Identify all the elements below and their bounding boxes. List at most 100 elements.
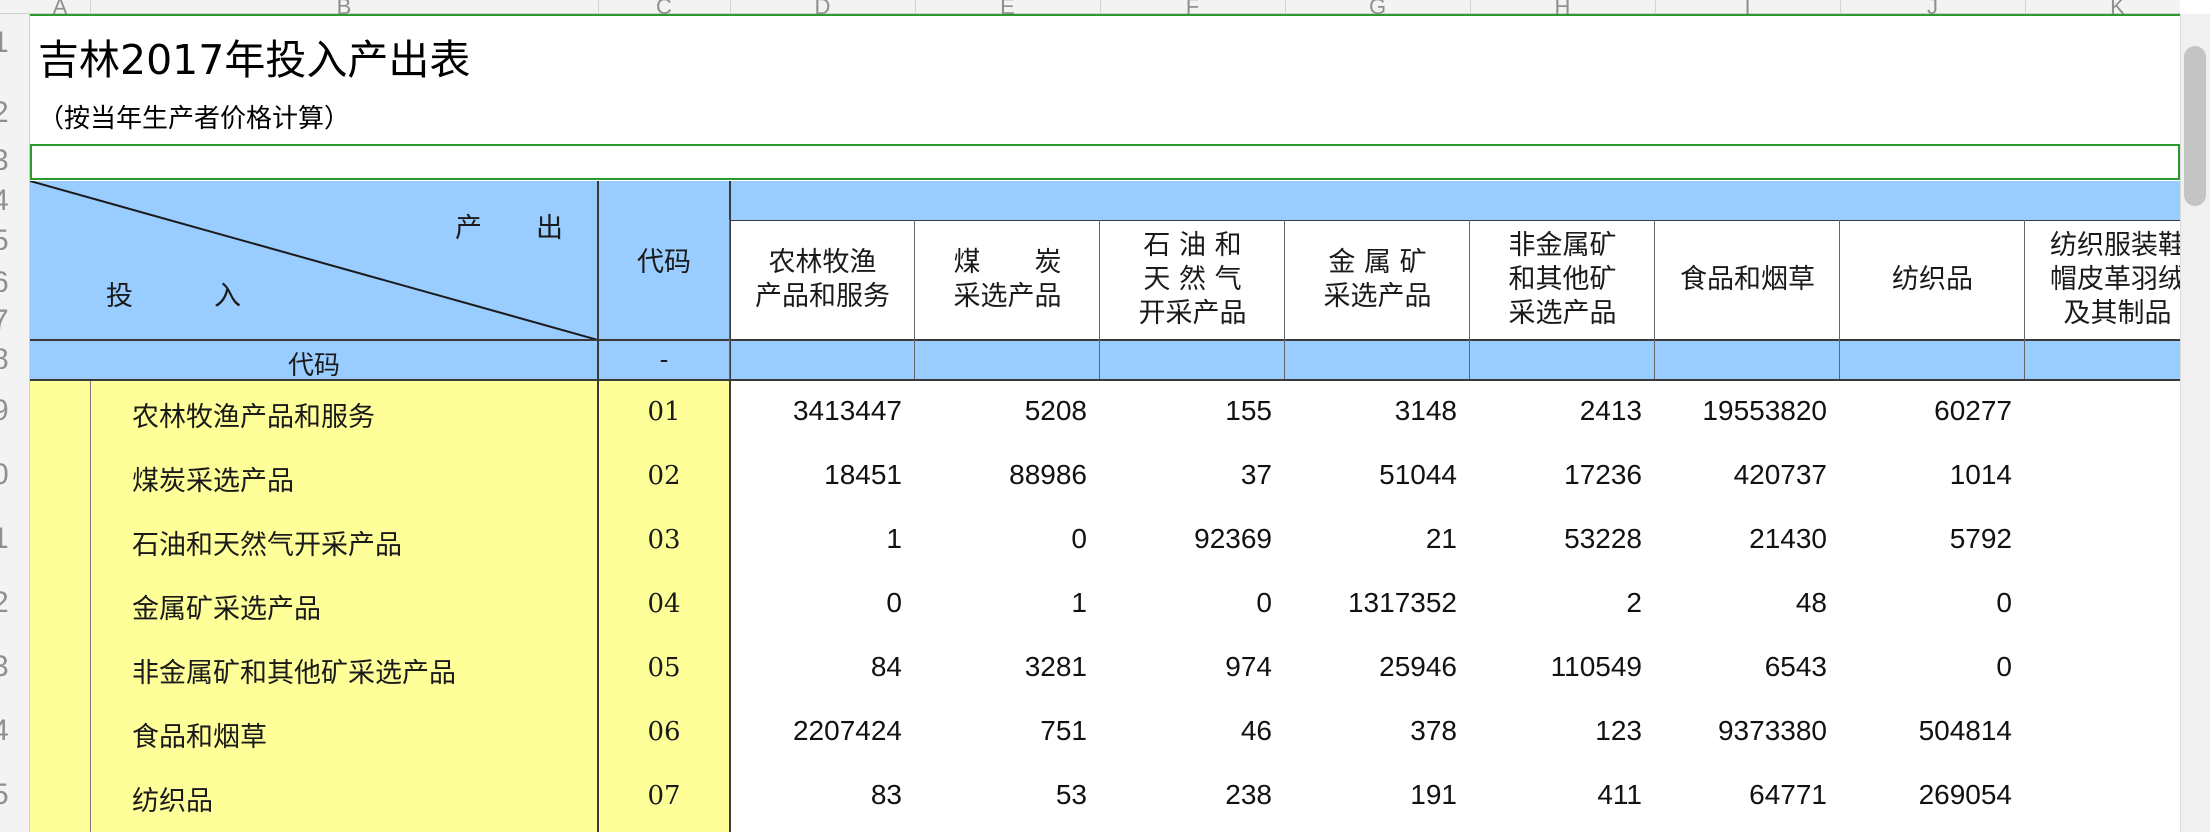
row-header[interactable]: 4 xyxy=(0,716,28,750)
table-cell-value[interactable]: 110549 xyxy=(1470,651,1642,683)
table-cell-value[interactable]: 0 xyxy=(915,523,1087,555)
column-header-k[interactable]: K xyxy=(2025,0,2210,14)
row-header[interactable]: 6 xyxy=(0,268,28,292)
table-cell-value[interactable]: 191 xyxy=(1285,779,1457,811)
row-label: 石油和天然气开采产品 xyxy=(132,530,402,561)
table-cell-value[interactable]: 84 xyxy=(730,651,902,683)
table-cell-value[interactable]: 420737 xyxy=(1655,459,1827,491)
table-cell-value[interactable]: 5792 xyxy=(1840,523,2012,555)
row-code: 06 xyxy=(647,717,681,747)
row-header[interactable]: 2 xyxy=(0,588,28,622)
table-cell-value[interactable]: 17236 xyxy=(1470,459,1642,491)
table-cell-value[interactable]: 1 xyxy=(915,587,1087,619)
row-header[interactable]: 2 xyxy=(0,98,28,122)
table-cell-value[interactable]: 2207424 xyxy=(730,715,902,747)
corner-input-label: 投 入 xyxy=(106,281,241,312)
column-header-cell: 石 油 和天 然 气开采产品 xyxy=(1100,229,1285,331)
table-cell-value[interactable]: 6543 xyxy=(1655,651,1827,683)
table-cell-value[interactable]: 0 xyxy=(730,587,902,619)
table-cell-value[interactable]: 269054 xyxy=(1840,779,2012,811)
table-cell-value[interactable]: 37 xyxy=(1100,459,1272,491)
sheet-subtitle: （按当年生产者价格计算） xyxy=(38,104,351,134)
column-header-line: 食品和烟草 xyxy=(1680,264,1815,295)
column-header-e[interactable]: E xyxy=(915,0,1100,14)
table-cell-value[interactable]: 411 xyxy=(1470,779,1642,811)
grid-line xyxy=(597,181,599,832)
row-code: 03 xyxy=(647,525,681,555)
column-header-cell: 农林牧渔 产品和服务 xyxy=(730,246,915,314)
table-cell-value[interactable]: 0 xyxy=(1840,651,2012,683)
row-header[interactable]: 9 xyxy=(0,396,28,430)
table-cell-value[interactable]: 0 xyxy=(1100,587,1272,619)
column-header-line: 非金属矿 xyxy=(1508,230,1617,261)
table-cell-value[interactable]: 18451 xyxy=(730,459,902,491)
column-header-line: 和其他矿 xyxy=(1508,264,1617,295)
column-header-line: 纺织品 xyxy=(1892,264,1973,295)
table-cell-value[interactable]: 9373380 xyxy=(1655,715,1827,747)
table-cell-value[interactable]: 155 xyxy=(1100,395,1272,427)
table-cell-value[interactable]: 46 xyxy=(1100,715,1272,747)
table-cell-value[interactable]: 974 xyxy=(1100,651,1272,683)
row-header[interactable]: 1 xyxy=(0,28,28,52)
table-cell-value[interactable]: 3148 xyxy=(1285,395,1457,427)
column-header-a[interactable]: A xyxy=(30,0,90,14)
row-header[interactable]: 4 xyxy=(0,186,28,210)
table-cell-value[interactable]: 1 xyxy=(730,523,902,555)
column-header-line: 农林牧渔 xyxy=(768,247,877,278)
row-header[interactable]: 0 xyxy=(0,460,28,494)
column-header-i[interactable]: I xyxy=(1655,0,1840,14)
column-header-d[interactable]: D xyxy=(730,0,915,14)
table-cell-value[interactable]: 53 xyxy=(915,779,1087,811)
scrollbar-thumb[interactable] xyxy=(2184,46,2206,206)
row-header[interactable]: 5 xyxy=(0,226,28,250)
table-cell-value[interactable]: 1014 xyxy=(1840,459,2012,491)
grid-line xyxy=(914,220,915,379)
table-cell-value[interactable]: 53228 xyxy=(1470,523,1642,555)
grid-line xyxy=(729,220,730,379)
table-cell-value[interactable]: 3281 xyxy=(915,651,1087,683)
row-code: 05 xyxy=(647,653,681,683)
code-header-label: 代码 xyxy=(637,247,691,278)
table-cell-value[interactable]: 0 xyxy=(1840,587,2012,619)
column-header-line: 煤 炭 xyxy=(953,247,1062,278)
table-cell-value[interactable]: 19553820 xyxy=(1655,395,1827,427)
column-header-line: 天 然 气 xyxy=(1143,264,1242,295)
table-cell-value[interactable]: 378 xyxy=(1285,715,1457,747)
table-cell-value[interactable]: 21 xyxy=(1285,523,1457,555)
row-header[interactable]: 5 xyxy=(0,780,28,814)
table-cell-value[interactable]: 123 xyxy=(1470,715,1642,747)
column-header-f[interactable]: F xyxy=(1100,0,1285,14)
column-header-c[interactable]: C xyxy=(598,0,730,14)
table-cell-value[interactable]: 504814 xyxy=(1840,715,2012,747)
row-header[interactable]: 8 xyxy=(0,345,28,369)
row-header[interactable]: 7 xyxy=(0,306,28,330)
column-header-j[interactable]: J xyxy=(1840,0,2025,14)
row-header[interactable]: 1 xyxy=(0,524,28,558)
row-header[interactable]: 3 xyxy=(0,652,28,686)
table-cell-value[interactable]: 5208 xyxy=(915,395,1087,427)
code-row-label: 代码 xyxy=(287,351,340,381)
row-label: 煤炭采选产品 xyxy=(132,466,294,497)
table-cell-value[interactable]: 88986 xyxy=(915,459,1087,491)
column-header-h[interactable]: H xyxy=(1470,0,1655,14)
table-cell-value[interactable]: 751 xyxy=(915,715,1087,747)
selected-cell-range[interactable] xyxy=(30,144,2180,180)
row-header[interactable]: 3 xyxy=(0,146,28,170)
table-cell-value[interactable]: 25946 xyxy=(1285,651,1457,683)
table-cell-value[interactable]: 3413447 xyxy=(730,395,902,427)
table-cell-value[interactable]: 1317352 xyxy=(1285,587,1457,619)
table-cell-value[interactable]: 2 xyxy=(1470,587,1642,619)
table-cell-value[interactable]: 60277 xyxy=(1840,395,2012,427)
table-cell-value[interactable]: 2413 xyxy=(1470,395,1642,427)
table-cell-value[interactable]: 48 xyxy=(1655,587,1827,619)
grid-line xyxy=(1469,220,1470,379)
column-header-cell: 非金属矿 和其他矿 采选产品 xyxy=(1470,229,1655,331)
table-cell-value[interactable]: 92369 xyxy=(1100,523,1272,555)
table-cell-value[interactable]: 21430 xyxy=(1655,523,1827,555)
table-cell-value[interactable]: 51044 xyxy=(1285,459,1457,491)
table-cell-value[interactable]: 83 xyxy=(730,779,902,811)
column-header-g[interactable]: G xyxy=(1285,0,1470,14)
column-header-b[interactable]: B xyxy=(90,0,598,14)
table-cell-value[interactable]: 64771 xyxy=(1655,779,1827,811)
table-cell-value[interactable]: 238 xyxy=(1100,779,1272,811)
